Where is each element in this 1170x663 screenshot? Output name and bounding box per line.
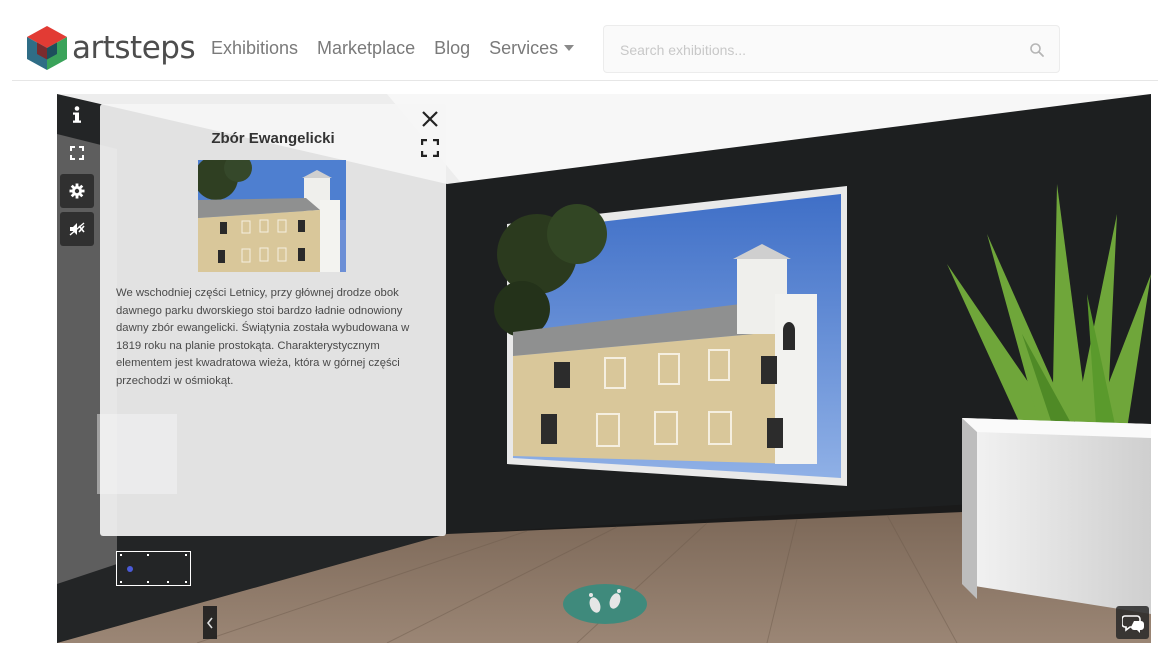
nav-marketplace[interactable]: Marketplace	[317, 38, 415, 59]
search-input[interactable]	[620, 39, 1010, 61]
settings-button[interactable]	[60, 174, 94, 208]
info-button[interactable]	[60, 98, 94, 132]
artwork-info-panel: Zbór Ewangelicki We wschodniej części Le…	[100, 104, 446, 536]
nav-exhibitions[interactable]: Exhibitions	[211, 38, 298, 59]
exhibition-viewer[interactable]: Zbór Ewangelicki We wschodniej części Le…	[57, 94, 1151, 643]
minimap-layout	[120, 554, 187, 583]
collapse-panel-button[interactable]	[203, 606, 217, 639]
settings-icon	[69, 183, 85, 199]
footsteps-icon[interactable]	[562, 583, 648, 625]
nav-services-label: Services	[489, 38, 559, 58]
fullscreen-button[interactable]	[60, 136, 94, 170]
artwork-description: We wschodniej części Letnicy, przy główn…	[116, 287, 410, 387]
minimap[interactable]	[116, 551, 191, 586]
logo-cube-icon	[27, 26, 67, 70]
logo-text: artsteps	[72, 30, 196, 66]
chat-icon	[1121, 614, 1144, 633]
expand-icon[interactable]	[421, 139, 439, 157]
artsteps-logo[interactable]: artsteps	[24, 24, 196, 72]
site-header: artsteps Exhibitions Marketplace Blog Se…	[0, 0, 1170, 80]
chevron-left-icon	[206, 617, 213, 628]
header-divider	[12, 80, 1158, 81]
close-icon[interactable]	[419, 108, 441, 130]
info-icon	[73, 106, 81, 123]
nav-services-dropdown[interactable]: Services	[489, 38, 575, 59]
search-box	[603, 25, 1060, 73]
fullscreen-icon	[70, 146, 84, 160]
caret-down-icon	[564, 45, 575, 51]
artwork-title: Zbór Ewangelicki	[211, 130, 335, 147]
artwork-thumbnail	[198, 160, 346, 272]
nav-blog[interactable]: Blog	[434, 38, 470, 59]
main-nav: Exhibitions Marketplace Blog Services	[211, 38, 593, 59]
search-icon[interactable]	[1029, 42, 1045, 58]
chat-button[interactable]	[1116, 606, 1149, 639]
visitor-position-marker	[127, 566, 133, 572]
mute-icon	[69, 222, 85, 236]
mute-button[interactable]	[60, 212, 94, 246]
